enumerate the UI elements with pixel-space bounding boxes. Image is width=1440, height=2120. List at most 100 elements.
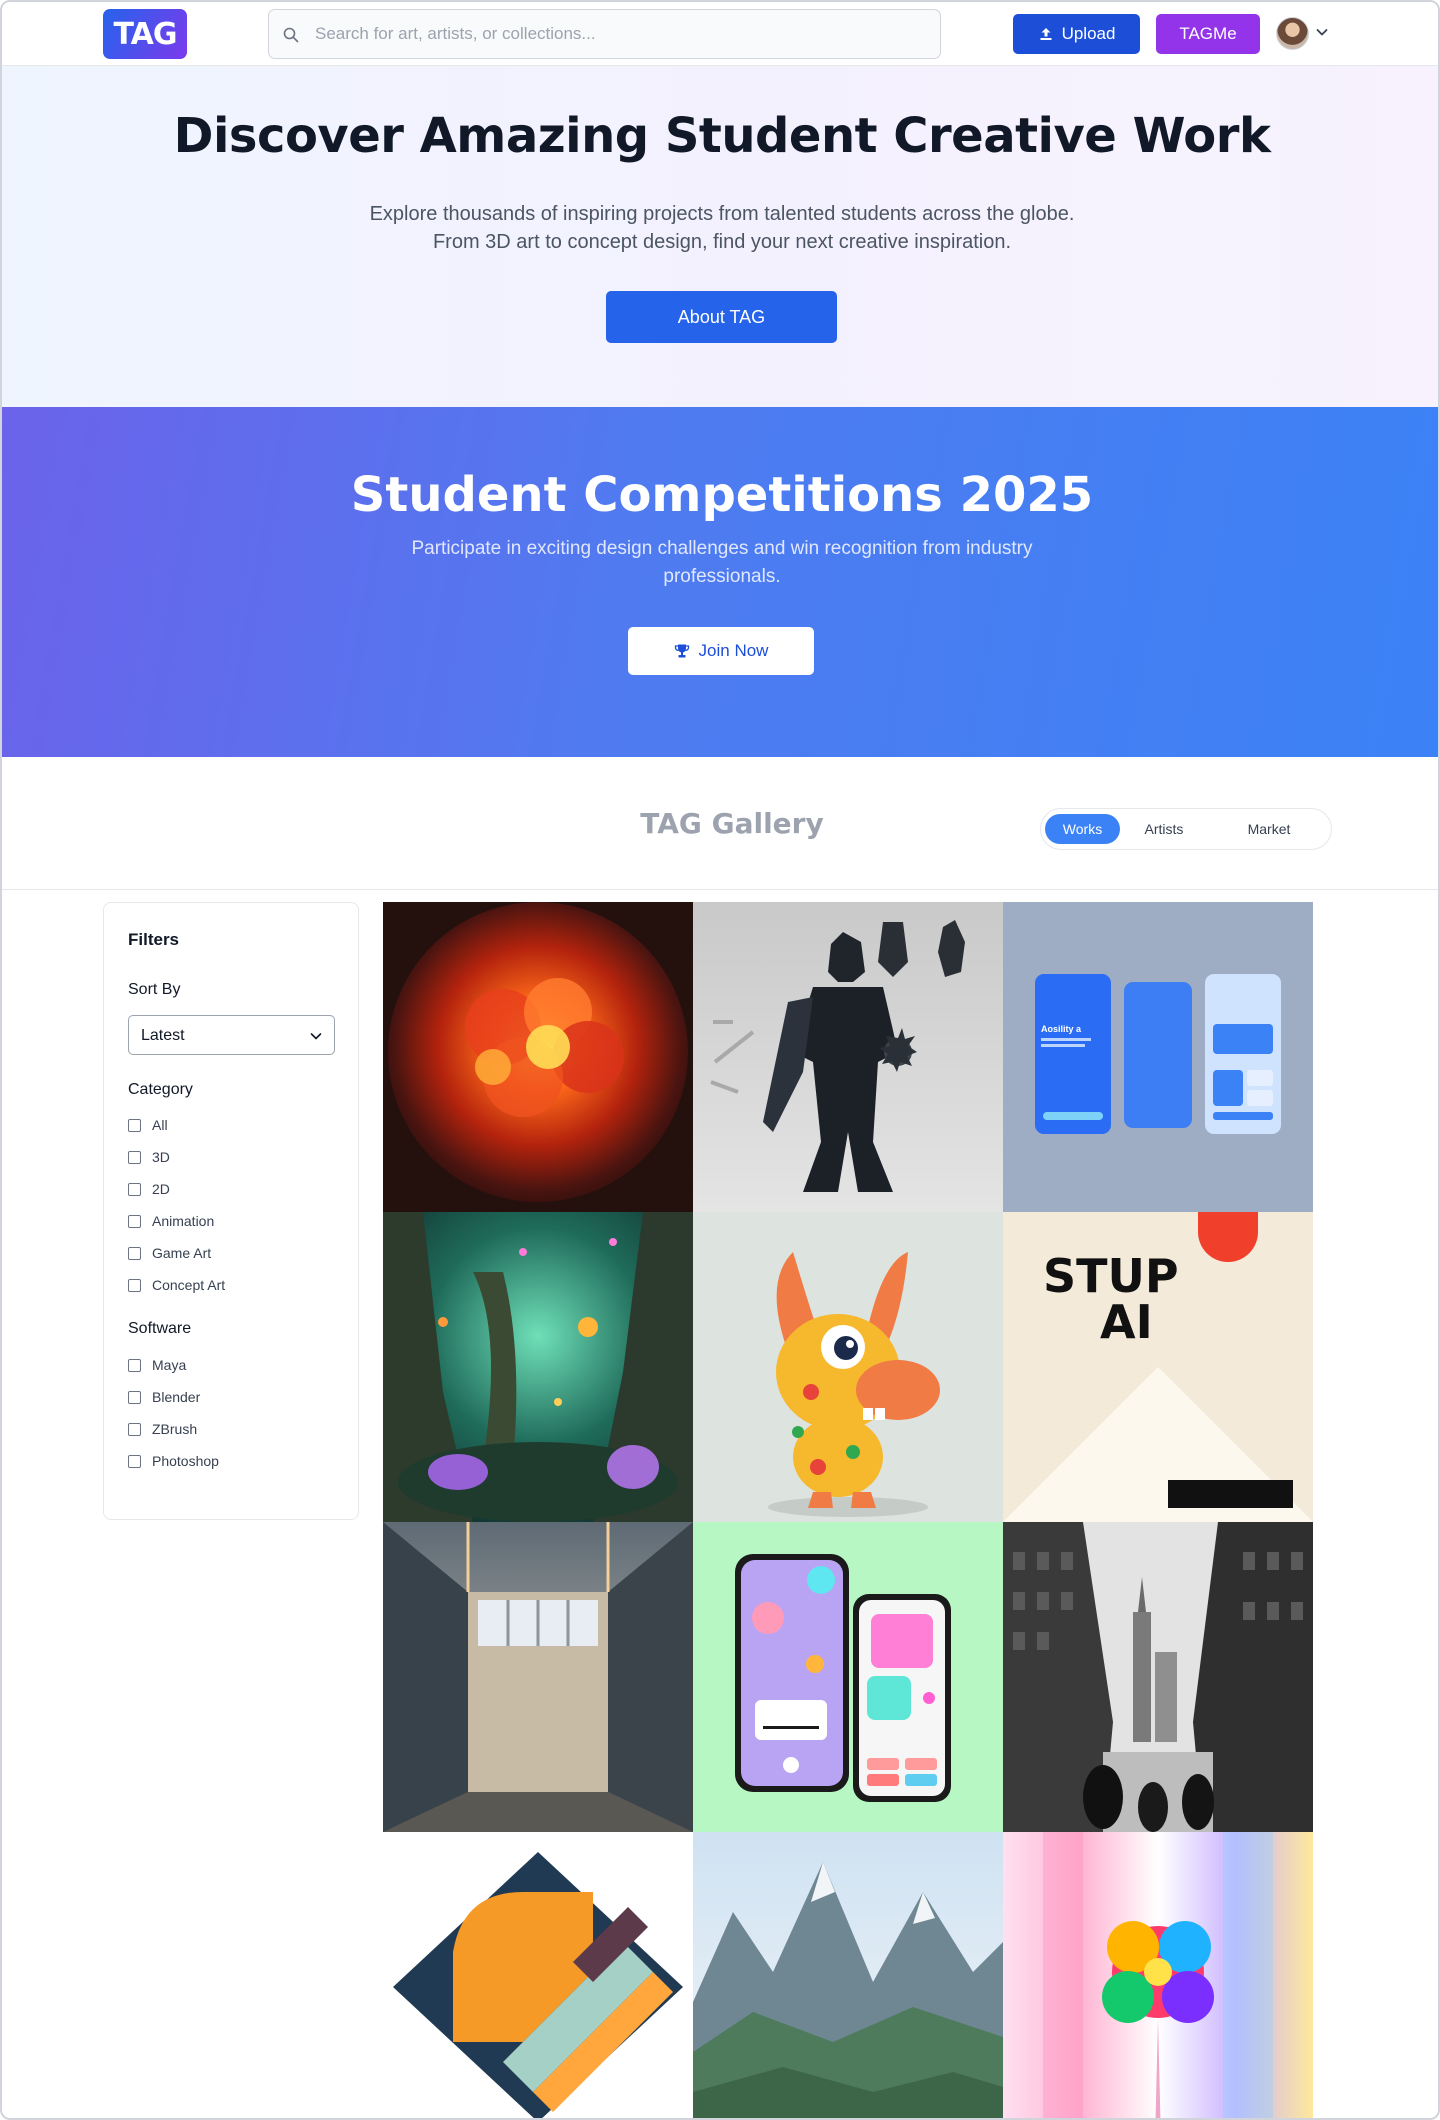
gallery-tile[interactable] — [383, 902, 693, 1212]
upload-icon — [1040, 28, 1052, 40]
gallery-title: TAG Gallery — [640, 807, 824, 840]
artwork-cartoon-dino — [693, 1212, 1003, 1522]
tagme-button[interactable]: TAGMe — [1156, 14, 1260, 54]
tab-works[interactable]: Works — [1045, 814, 1120, 844]
upload-label: Upload — [1061, 24, 1116, 43]
gallery-tile[interactable] — [383, 1832, 693, 2118]
poster-text-line2: AI — [1100, 1295, 1153, 1349]
artwork-fantasy-forest — [383, 1212, 693, 1522]
option-label: 2D — [152, 1181, 170, 1197]
checkbox[interactable] — [128, 1214, 141, 1228]
search-input[interactable] — [315, 10, 925, 58]
join-now-button[interactable]: Join Now — [628, 627, 814, 675]
competition-subtitle: Participate in exciting design challenge… — [411, 538, 1033, 587]
option-label: Animation — [152, 1213, 215, 1229]
about-tag-label: About TAG — [677, 306, 766, 327]
user-avatar[interactable] — [1276, 17, 1309, 50]
software-option-photoshop[interactable]: Photoshop — [128, 1451, 219, 1471]
tagme-label: TAGMe — [1179, 24, 1237, 43]
software-label: Software — [128, 1320, 192, 1337]
gallery-grid: Aosility a STUP AI — [383, 902, 1313, 2118]
gallery-header: TAG Gallery Works Artists Market — [2, 757, 1438, 890]
trophy-icon — [674, 644, 689, 658]
competition-banner: Student Competitions 2025 Participate in… — [2, 407, 1438, 757]
checkbox[interactable] — [128, 1454, 141, 1468]
software-option-maya[interactable]: Maya — [128, 1355, 186, 1375]
chevron-down-icon — [310, 1033, 322, 1040]
competition-title: Student Competitions 2025 — [350, 467, 1094, 523]
tab-market-label: Market — [1247, 821, 1291, 837]
category-option-game-art[interactable]: Game Art — [128, 1243, 211, 1263]
sort-value: Latest — [141, 1027, 185, 1044]
option-label: All — [152, 1117, 168, 1133]
join-now-label: Join Now — [698, 641, 769, 660]
search-icon — [283, 27, 299, 43]
hero-section: Discover Amazing Student Creative Work E… — [2, 66, 1438, 407]
option-label: Blender — [152, 1389, 201, 1405]
artwork-mountain-landscape — [693, 1832, 1003, 2118]
checkbox[interactable] — [128, 1390, 141, 1404]
upload-button[interactable]: Upload — [1013, 14, 1140, 54]
gallery-tile[interactable]: STUP AI — [1003, 1212, 1313, 1522]
gallery-tile[interactable] — [693, 902, 1003, 1212]
gallery-tile[interactable] — [693, 1832, 1003, 2118]
sort-by-label: Sort By — [128, 981, 181, 998]
category-option-2d[interactable]: 2D — [128, 1179, 170, 1199]
gallery-tile[interactable] — [383, 1212, 693, 1522]
artwork-abstract-geometric — [383, 1832, 693, 2118]
option-label: Concept Art — [152, 1277, 226, 1293]
artwork-phone-mockups — [693, 1522, 1003, 1832]
gallery-tile[interactable] — [693, 1522, 1003, 1832]
gallery-tile[interactable] — [1003, 1522, 1313, 1832]
tag-logo[interactable]: TAG — [103, 9, 187, 59]
search-bar[interactable] — [268, 9, 941, 59]
software-option-zbrush[interactable]: ZBrush — [128, 1419, 197, 1439]
hero-subtitle-line1: Explore thousands of inspiring projects … — [369, 203, 1075, 225]
checkbox[interactable] — [128, 1358, 141, 1372]
option-label: Maya — [152, 1357, 187, 1373]
app-ui-heading: Aosility a — [1041, 1024, 1082, 1034]
gallery-tile[interactable] — [383, 1522, 693, 1832]
page-frame: TAG Upload TAGMe Discover Amazing Studen… — [0, 0, 1440, 2120]
gallery-tile[interactable] — [1003, 1832, 1313, 2118]
category-option-animation[interactable]: Animation — [128, 1211, 214, 1231]
option-label: Game Art — [152, 1245, 212, 1261]
checkbox[interactable] — [128, 1422, 141, 1436]
option-label: Photoshop — [152, 1453, 219, 1469]
artwork-city-street — [1003, 1522, 1313, 1832]
artwork-colorful-flower — [1003, 1832, 1313, 2118]
top-navbar: TAG Upload TAGMe — [2, 2, 1438, 66]
filters-panel: Filters Sort By Latest Category All 3D 2… — [103, 902, 359, 1520]
gallery-tile[interactable] — [693, 1212, 1003, 1522]
hero-subtitle: Explore thousands of inspiring projects … — [322, 200, 1122, 256]
artwork-typographic-poster: STUP AI — [1003, 1212, 1313, 1522]
artwork-dark-knight — [693, 902, 1003, 1212]
tab-works-label: Works — [1062, 821, 1103, 837]
about-tag-button[interactable]: About TAG — [606, 291, 837, 343]
logo-text: TAG — [113, 16, 178, 52]
filters-title: Filters — [128, 930, 180, 949]
category-option-concept-art[interactable]: Concept Art — [128, 1275, 225, 1295]
checkbox[interactable] — [128, 1182, 141, 1196]
tab-artists[interactable]: Artists — [1124, 814, 1204, 844]
category-option-all[interactable]: All — [128, 1115, 168, 1135]
option-label: 3D — [152, 1149, 170, 1165]
category-option-3d[interactable]: 3D — [128, 1147, 170, 1167]
hero-title: Discover Amazing Student Creative Work — [173, 108, 1271, 164]
checkbox[interactable] — [128, 1118, 141, 1132]
chevron-down-icon[interactable] — [1314, 24, 1330, 40]
hero-subtitle-line2: From 3D art to concept design, find your… — [432, 231, 1012, 253]
sort-select[interactable]: Latest — [128, 1015, 335, 1055]
checkbox[interactable] — [128, 1278, 141, 1292]
tab-artists-label: Artists — [1144, 821, 1184, 837]
checkbox[interactable] — [128, 1150, 141, 1164]
tab-market[interactable]: Market — [1219, 814, 1319, 844]
artwork-empty-room — [383, 1522, 693, 1832]
gallery-tile[interactable]: Aosility a — [1003, 902, 1313, 1212]
checkbox[interactable] — [128, 1246, 141, 1260]
artwork-explosion — [383, 902, 693, 1212]
gallery-tabs: Works Artists Market — [1040, 808, 1332, 850]
artwork-app-ui: Aosility a — [1003, 902, 1313, 1212]
category-label: Category — [128, 1081, 193, 1098]
software-option-blender[interactable]: Blender — [128, 1387, 200, 1407]
